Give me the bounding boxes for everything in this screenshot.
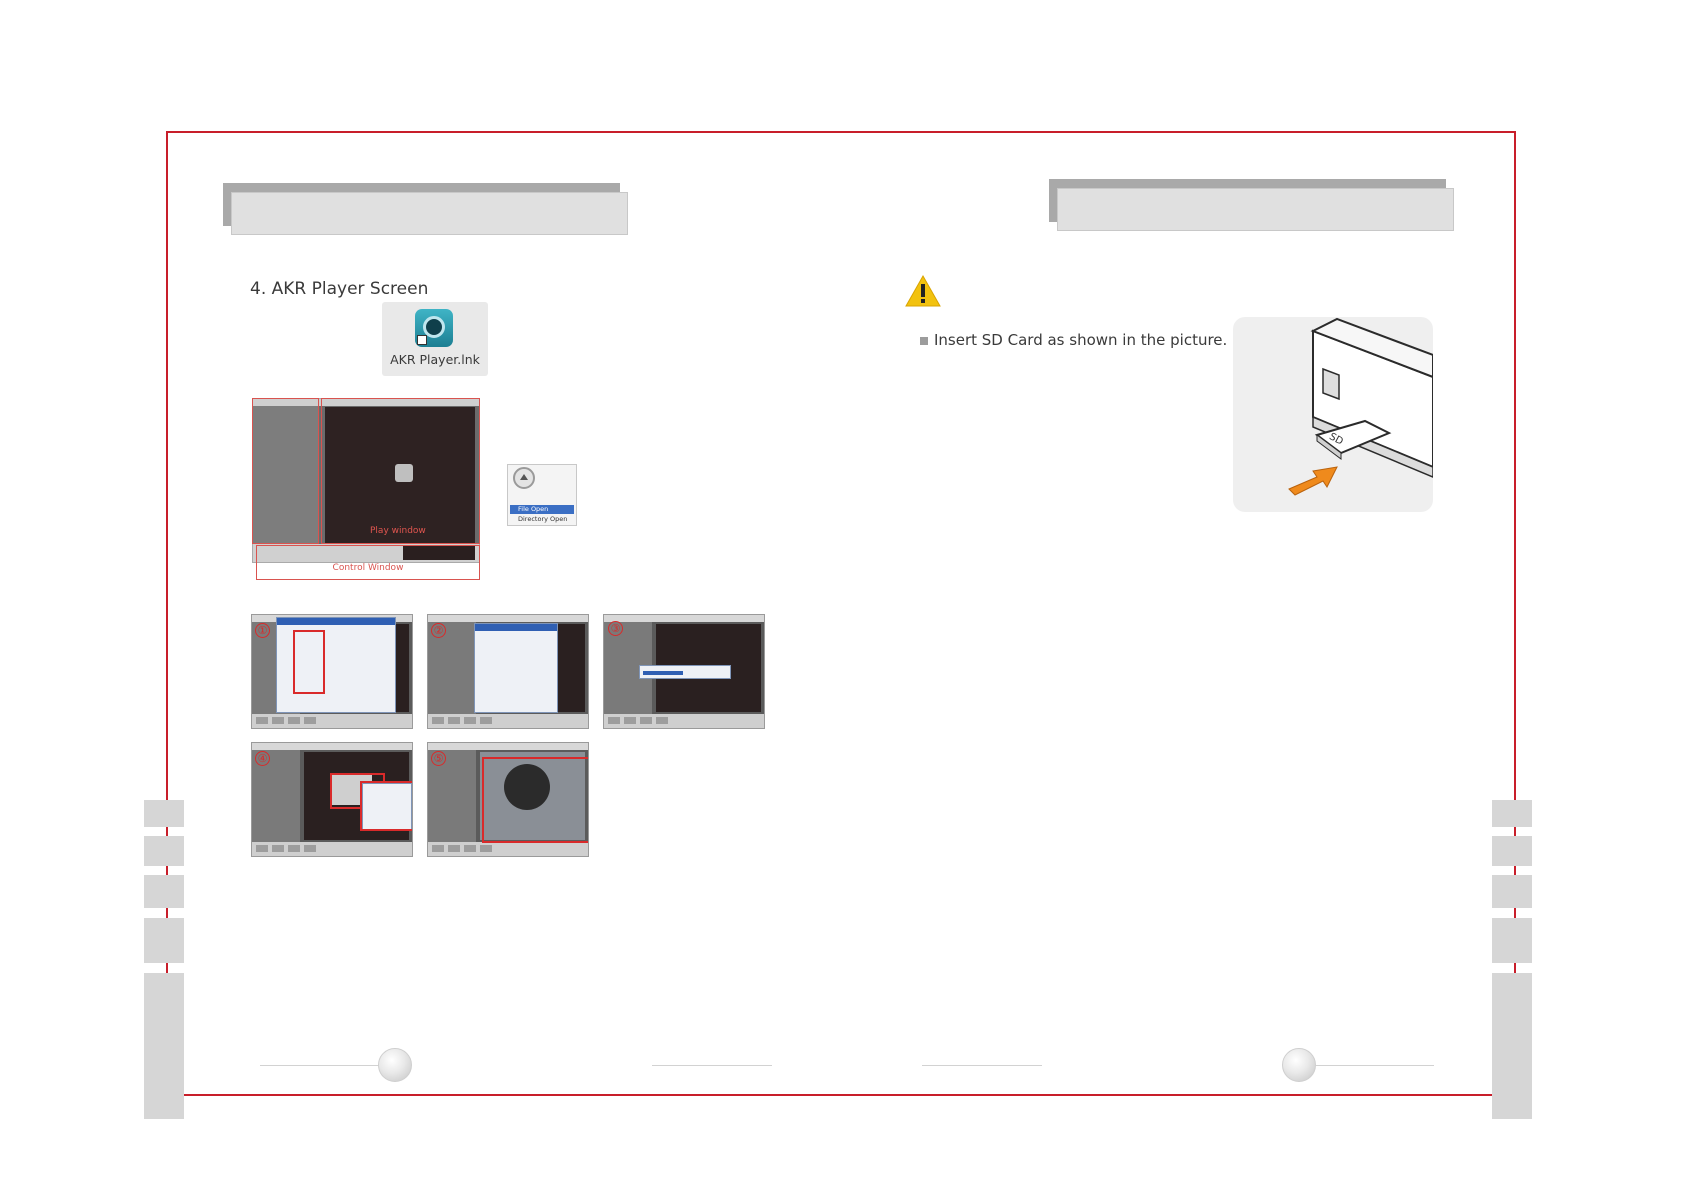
shortcut-tile[interactable]: AKR Player.lnk [382,302,488,376]
side-tab-right-1 [1492,800,1532,827]
menu-item-file-open[interactable]: File Open [510,505,574,514]
page-number-circle-right [1282,1048,1316,1082]
menu-item-directory-open[interactable]: Directory Open [510,515,574,524]
side-tab-right-3 [1492,875,1532,908]
play-window-outline [321,398,480,544]
step1-screenshot [251,614,413,729]
sd-card-illustration: SD [1233,317,1433,512]
shortcut-arrow-icon [417,335,427,345]
step-marker-2: ② [431,623,446,638]
left-header-bar [231,192,628,235]
eject-icon[interactable] [513,467,535,489]
page-number-circle-left [378,1048,412,1082]
step-marker-4: ④ [255,751,270,766]
control-window-label: Control Window [332,563,404,573]
right-header-bar [1057,188,1454,231]
step-marker-3: ③ [608,621,623,636]
warning-triangle-icon [904,274,942,308]
open-menu-popup: File Open Directory Open [507,464,577,526]
side-tab-right-5 [1492,973,1532,1119]
step3-screenshot [603,614,765,729]
side-tab-left-4 [144,918,184,963]
control-window-outline: Control Window [256,545,480,580]
side-tab-right-4 [1492,918,1532,963]
step2-screenshot [427,614,589,729]
page-bottom-line [184,1094,1498,1096]
camera-app-icon [415,309,453,347]
shortcut-label: AKR Player.lnk [390,352,480,367]
step5-screenshot [427,742,589,857]
bullet-square-icon [920,337,928,345]
section-title: 4. AKR Player Screen [250,279,429,299]
footer-line-left-2 [652,1065,772,1066]
footer-line-right-2 [1316,1065,1434,1066]
list-window-outline [252,398,319,544]
side-tab-left-5 [144,973,184,1119]
step-marker-5: ⑤ [431,751,446,766]
page-frame [166,131,1516,1095]
footer-line-left-1 [260,1065,380,1066]
instruction-text: Insert SD Card as shown in the picture. [934,331,1228,349]
side-tab-left-3 [144,875,184,908]
side-tab-left-1 [144,800,184,827]
side-tab-left-2 [144,836,184,866]
step-marker-1: ① [255,623,270,638]
footer-line-right-1 [922,1065,1042,1066]
side-tab-right-2 [1492,836,1532,866]
step4-screenshot [251,742,413,857]
